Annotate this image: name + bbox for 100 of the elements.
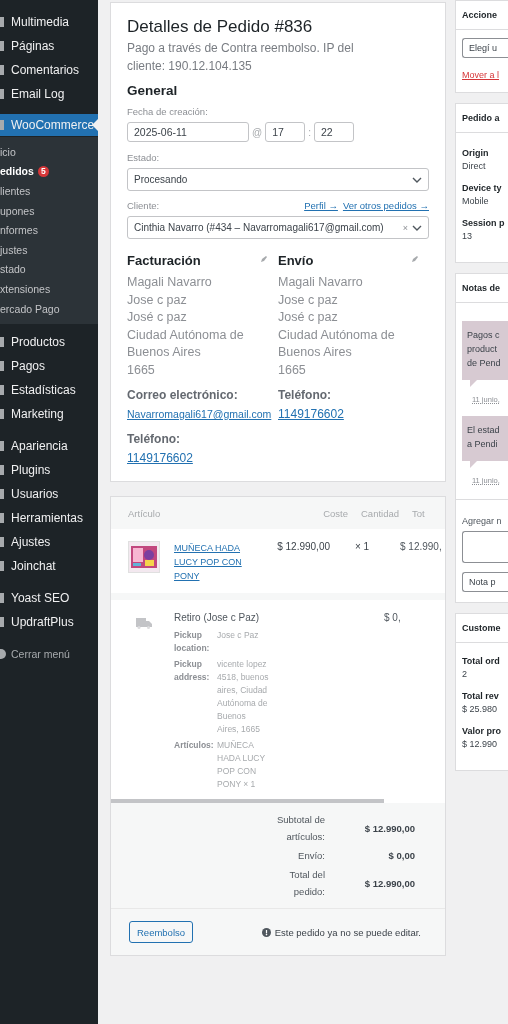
contact-link[interactable]: Navarromagali617@gmail.com (127, 408, 272, 420)
submenu-item[interactable]: edidos 5 (0, 161, 98, 182)
panel-title: Pedido a (456, 104, 508, 133)
collapse-icon[interactable] (0, 649, 8, 660)
sidebar-item[interactable]: Estadísticas (0, 378, 98, 403)
sidebar-item[interactable]: Páginas (0, 34, 98, 58)
field-label: Correo electrónico: (127, 387, 239, 404)
field-label: Agregar n (462, 516, 503, 526)
meta-value: MUÑECA HADA LUCY POP CON PONY × 1 (217, 739, 267, 791)
menu-icon[interactable] (0, 536, 6, 549)
sidebar-item[interactable]: Plugins (0, 458, 98, 483)
sidebar-item[interactable]: Marketing (0, 402, 98, 427)
column-header: Tot (412, 507, 426, 519)
address-text: Magali Navarro Jose c paz José c paz Ciudad Autónoma de Buenos Aires 1665 (127, 274, 245, 379)
panel-title: Accione (456, 1, 508, 30)
field-value: Mobile (462, 196, 489, 206)
status-select[interactable]: Procesando (127, 168, 429, 191)
field-label: Device ty (462, 182, 503, 195)
minute-field[interactable]: 22 (313, 122, 354, 142)
column-header: Coste (322, 507, 348, 519)
field-label: Session p (462, 217, 506, 230)
sidebar-item[interactable]: Comentarios (0, 58, 98, 82)
menu-icon[interactable] (0, 408, 6, 421)
sidebar-item[interactable]: Herramientas (0, 506, 98, 531)
submenu-item[interactable]: lientes (0, 181, 98, 201)
field-label: Fecha de creación: (127, 106, 209, 117)
sidebar-item[interactable]: UpdraftPlus (0, 610, 98, 635)
submenu-item[interactable]: upones (0, 200, 98, 221)
refund-button[interactable]: Reembolso (129, 921, 194, 943)
product-link[interactable]: MUÑECA HADA LUCY POP CON PONY (174, 541, 266, 583)
trash-link[interactable]: Mover a l (462, 70, 499, 80)
sidebar-item[interactable]: Joinchat (0, 554, 98, 579)
submenu-item[interactable]: icio (0, 142, 98, 162)
total-value: $ 12.990,00 (363, 877, 415, 889)
menu-icon[interactable] (0, 488, 6, 501)
field-label: Teléfono: (278, 387, 333, 404)
sidebar-item[interactable]: Ajustes (0, 530, 98, 555)
sidebar-item[interactable]: Usuarios (0, 482, 98, 507)
section-heading: Facturación (127, 253, 201, 268)
sidebar-item[interactable]: Multimedia (0, 10, 98, 34)
submenu-item[interactable]: nformes (0, 220, 98, 240)
section-heading: Envío (278, 253, 314, 268)
menu-icon[interactable] (0, 88, 6, 100)
at-sign: @ (252, 126, 263, 138)
submenu-item[interactable]: justes (0, 239, 98, 260)
menu-icon[interactable] (0, 360, 6, 373)
action-select[interactable]: Elegí u (462, 38, 508, 58)
meta-label: Pickup address: (174, 658, 211, 684)
sidebar-item[interactable]: Yoast SEO (0, 586, 98, 611)
note-field[interactable] (462, 531, 508, 563)
customer-select[interactable]: Cinthia Navarro (#434 – Navarromagali617@gmail.com) × (127, 216, 429, 239)
collapse-menu[interactable]: Cerrar menú (0, 642, 98, 667)
submenu-item[interactable]: ercado Pago (0, 298, 98, 319)
panel-title: Notas de (456, 274, 508, 303)
menu-icon[interactable] (0, 616, 6, 629)
menu-icon[interactable] (0, 464, 6, 477)
menu-icon[interactable] (0, 512, 6, 525)
menu-icon[interactable] (0, 440, 6, 453)
menu-icon[interactable] (0, 16, 6, 28)
order-note: El estad a Pendi (462, 416, 508, 461)
menu-icon[interactable] (0, 592, 6, 605)
date-field[interactable]: 2025-06-11 (127, 122, 249, 142)
meta-label: Pickup location: (174, 629, 211, 655)
field-label: Valor pro (462, 725, 502, 738)
contact-link[interactable]: 1149176602 (127, 451, 193, 465)
menu-icon[interactable] (0, 384, 6, 397)
submenu-item[interactable]: stado (0, 259, 98, 280)
menu-icon[interactable] (0, 336, 6, 349)
sidebar-item[interactable]: Apariencia (0, 434, 98, 459)
sidebar-item[interactable]: WooCommerce (0, 114, 98, 136)
section-heading: General (127, 83, 179, 98)
table-cell-text: $ 12.990,00 (276, 541, 330, 552)
field-label: Estado: (127, 152, 161, 163)
submenu-item[interactable]: xtensiones (0, 279, 98, 299)
menu-icon[interactable] (0, 560, 6, 573)
customer-link[interactable]: Ver otros pedidos → (342, 200, 429, 211)
count-badge: 5 (37, 165, 49, 177)
total-value: $ 12.990,00 (363, 822, 415, 834)
shipping-method: Retiro (Jose c Paz) (174, 612, 261, 623)
sidebar-item[interactable]: Productos (0, 330, 98, 355)
field-label: Total rev (462, 690, 500, 703)
menu-icon[interactable] (0, 64, 6, 76)
sidebar-item[interactable]: Email Log (0, 82, 98, 106)
total-label: Envío: (297, 849, 325, 863)
field-value: Direct (462, 161, 486, 171)
field-value: 13 (462, 231, 472, 241)
column-header: Artículo (128, 507, 162, 519)
table-cell-text: × 1 (353, 541, 371, 552)
contact-link[interactable]: 1149176602 (278, 407, 344, 421)
sidebar-item[interactable]: Pagos (0, 354, 98, 379)
chevron-down-icon (412, 224, 422, 231)
scrollbar[interactable] (111, 799, 384, 803)
note-type-select[interactable]: Nota p (462, 572, 508, 592)
table-cell-text: $ 0, (383, 612, 402, 625)
total-label: Subtotal de artículos: (275, 813, 325, 844)
hour-field[interactable]: 17 (265, 122, 306, 142)
meta-value: Jose c Paz (217, 629, 260, 642)
menu-icon[interactable] (0, 40, 6, 52)
customer-link[interactable]: Perfil → (304, 200, 338, 211)
meta-label: Artículos: (174, 739, 215, 752)
